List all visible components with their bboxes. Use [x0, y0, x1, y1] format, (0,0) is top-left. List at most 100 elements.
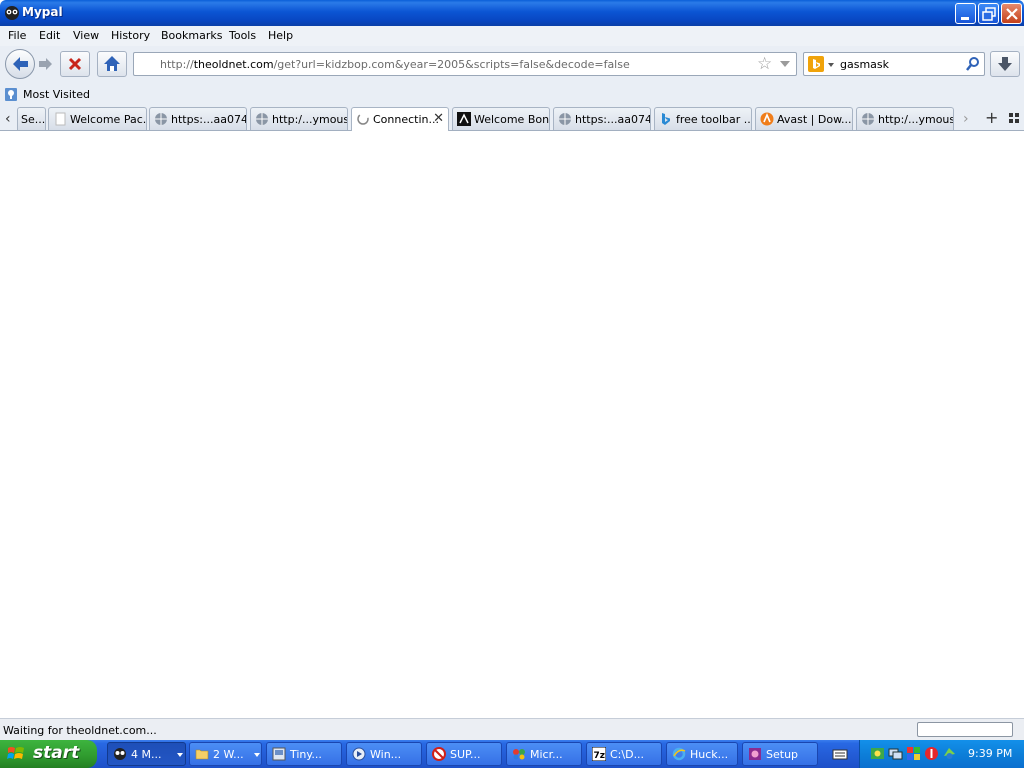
taskbar-item-micr[interactable]: Micr...	[506, 742, 582, 766]
status-bar: Waiting for theoldnet.com...	[0, 718, 1024, 740]
tab-label: https:...aa074f	[171, 113, 247, 126]
download-arrow-icon	[998, 57, 1012, 71]
tab-label: free toolbar ...	[676, 113, 752, 126]
bookmark-most-visited[interactable]: Most Visited	[23, 88, 90, 101]
globe-icon	[256, 113, 268, 125]
ie-icon	[672, 747, 686, 761]
windows-logo-icon	[7, 747, 24, 759]
tab-scroll-right-icon[interactable]: ›	[963, 111, 969, 127]
tab-5-active[interactable]: Connectin... ✕	[351, 107, 449, 131]
globe-icon	[155, 113, 167, 125]
tab-label: http:/...ymous/	[272, 113, 348, 126]
forward-button[interactable]	[34, 54, 56, 74]
tray-puzzle-icon[interactable]	[906, 746, 921, 761]
menu-history[interactable]: History	[111, 29, 150, 42]
menu-bar: File Edit View History Bookmarks Tools H…	[0, 26, 1024, 46]
window-title: Mypal	[22, 5, 63, 19]
tab-9[interactable]: Avast | Dow...	[755, 107, 853, 130]
search-icon[interactable]	[965, 56, 981, 72]
tab-label: Welcome Pac...	[70, 113, 147, 126]
url-bar[interactable]: http://theoldnet.com/get?url=kidzbop.com…	[133, 52, 797, 76]
mypal-icon	[114, 748, 126, 760]
loading-icon	[357, 113, 369, 125]
forward-arrow-icon	[39, 58, 52, 70]
title-bar[interactable]: Mypal	[0, 0, 1024, 26]
bookmark-folder-icon	[5, 88, 17, 101]
tab-1[interactable]: Se...	[17, 107, 46, 130]
folder-icon	[195, 749, 209, 760]
tab-scroll-left-icon[interactable]: ‹	[5, 111, 11, 127]
group-dropdown-icon	[254, 753, 260, 757]
no-entry-icon	[432, 747, 446, 761]
svg-text:7z: 7z	[594, 751, 606, 761]
bookmarks-toolbar: Most Visited	[0, 84, 1024, 106]
minimize-button[interactable]	[955, 3, 976, 24]
group-dropdown-icon	[177, 753, 183, 757]
taskbar-item-win[interactable]: Win...	[346, 742, 422, 766]
taskbar-item-tiny[interactable]: Tiny...	[266, 742, 342, 766]
tab-3[interactable]: https:...aa074f	[149, 107, 247, 130]
url-history-dropdown[interactable]	[780, 61, 790, 67]
butterfly-icon	[513, 749, 525, 760]
avast-icon	[760, 112, 774, 126]
tab-4[interactable]: http:/...ymous/	[250, 107, 348, 130]
taskbar-item-7zip[interactable]: 7z C:\D...	[586, 742, 662, 766]
task-label: Huck...	[690, 748, 729, 761]
menu-tools[interactable]: Tools	[229, 29, 256, 42]
tab-label: Connectin...	[373, 113, 439, 126]
tab-strip: ‹ Se... Welcome Pac... https:...aa074f h…	[0, 106, 1024, 131]
keyboard-icon[interactable]	[832, 747, 848, 761]
search-bar[interactable]: gasmask	[803, 52, 985, 76]
menu-view[interactable]: View	[73, 29, 99, 42]
task-label: Tiny...	[290, 748, 322, 761]
taskbar-item-setup[interactable]: Setup	[742, 742, 818, 766]
downloads-button[interactable]	[990, 51, 1020, 77]
search-engine-dropdown[interactable]	[828, 63, 834, 67]
start-button[interactable]: start	[0, 740, 97, 768]
media-player-icon	[352, 747, 366, 761]
tray-sync-icon[interactable]	[942, 746, 957, 761]
navigation-toolbar: http://theoldnet.com/get?url=kidzbop.com…	[0, 46, 1024, 84]
stop-icon	[68, 57, 82, 71]
taskbar-item-huck[interactable]: Huck...	[666, 742, 738, 766]
menu-help[interactable]: Help	[268, 29, 293, 42]
tab-label: http:/...ymous/	[878, 113, 954, 126]
new-tab-icon[interactable]: +	[985, 108, 998, 127]
menu-file[interactable]: File	[8, 29, 26, 42]
url-text: http://theoldnet.com/get?url=kidzbop.com…	[160, 58, 630, 71]
page-content[interactable]	[0, 131, 1024, 718]
home-button[interactable]	[97, 51, 127, 77]
tab-2[interactable]: Welcome Pac...	[48, 107, 147, 130]
back-button[interactable]	[5, 49, 35, 79]
tray-security-icon[interactable]	[924, 746, 939, 761]
tab-7[interactable]: https:...aa074f	[553, 107, 651, 130]
task-label: 4 M...	[131, 748, 162, 761]
tab-close-icon[interactable]: ✕	[433, 111, 444, 126]
bookmark-star-icon[interactable]: ☆	[757, 55, 772, 73]
setup-icon	[749, 748, 761, 760]
bing-icon[interactable]	[808, 56, 824, 72]
minimize-icon	[961, 17, 969, 20]
restore-button[interactable]	[978, 3, 999, 24]
taskbar-item-mypal-group[interactable]: 4 M...	[107, 742, 186, 766]
menu-edit[interactable]: Edit	[39, 29, 60, 42]
clock[interactable]: 9:39 PM	[968, 747, 1012, 760]
close-window-button[interactable]	[1001, 3, 1022, 24]
tray-network-icon[interactable]	[888, 746, 903, 761]
taskbar-item-explorer-group[interactable]: 2 W...	[189, 742, 262, 766]
list-all-tabs-icon[interactable]	[1009, 113, 1019, 123]
stop-button[interactable]	[60, 51, 90, 77]
mypal-icon	[5, 6, 19, 20]
taskbar-item-sup[interactable]: SUP...	[426, 742, 502, 766]
menu-bookmarks[interactable]: Bookmarks	[161, 29, 222, 42]
back-arrow-icon	[13, 57, 28, 71]
7zip-icon: 7z	[592, 747, 606, 761]
tab-label: Avast | Dow...	[777, 113, 852, 126]
tab-10[interactable]: http:/...ymous/	[856, 107, 954, 130]
task-label: Win...	[370, 748, 402, 761]
tab-6[interactable]: Welcome Bon...	[452, 107, 550, 130]
tray-app-icon[interactable]	[870, 746, 885, 761]
tab-8[interactable]: free toolbar ...	[654, 107, 752, 130]
search-input[interactable]: gasmask	[840, 58, 889, 71]
tab-label: https:...aa074f	[575, 113, 651, 126]
